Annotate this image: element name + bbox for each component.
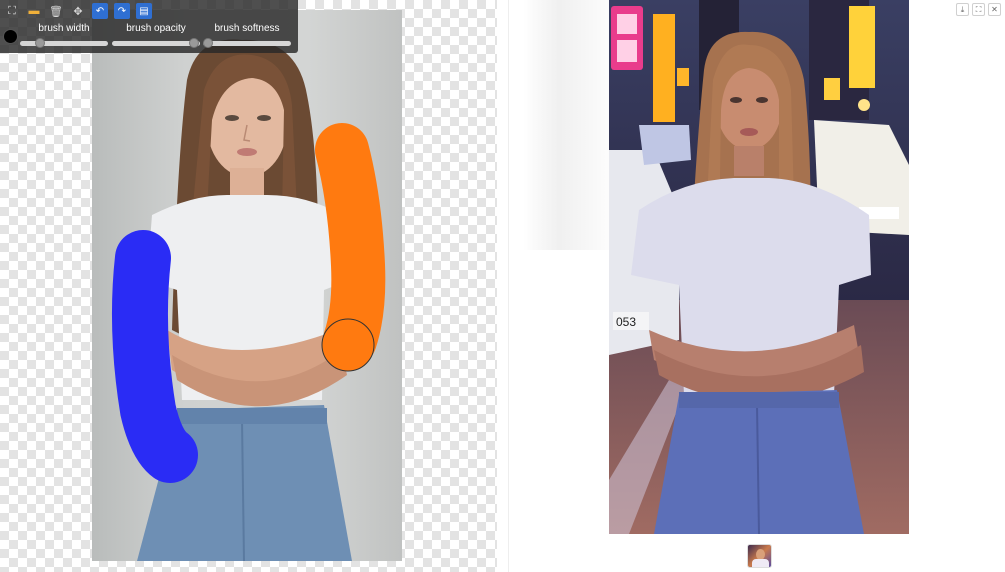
brush-width-track[interactable] bbox=[20, 38, 108, 48]
fullscreen-icon[interactable]: ⛶ bbox=[972, 3, 985, 16]
brush-toolbar: ⛶ ▬ 🗑 ✥ ↶ ↷ ▤ brush width brush opacity bbox=[0, 0, 298, 53]
result-preview-panel: 053 ⤓ ⛶ ✕ bbox=[508, 0, 1005, 572]
brush-opacity-track[interactable] bbox=[112, 38, 200, 48]
download-icon[interactable]: ⤓ bbox=[956, 3, 969, 16]
brush-softness-label: brush softness bbox=[214, 23, 280, 34]
editor-canvas-area[interactable]: ⛶ ▬ 🗑 ✥ ↶ ↷ ▤ brush width brush opacity bbox=[0, 0, 497, 572]
brush-width-slider: brush width bbox=[20, 23, 108, 48]
toolbar-icons: ⛶ ▬ 🗑 ✥ ↶ ↷ ▤ bbox=[4, 3, 152, 19]
faded-background-artifact bbox=[523, 0, 613, 250]
redo-icon[interactable]: ↷ bbox=[114, 3, 130, 19]
fit-to-screen-icon[interactable]: ⛶ bbox=[4, 3, 20, 19]
preview-corner-buttons: ⤓ ⛶ ✕ bbox=[956, 3, 1001, 16]
brush-opacity-slider: brush opacity bbox=[112, 23, 200, 48]
save-icon[interactable]: ▤ bbox=[136, 3, 152, 19]
brush-opacity-label: brush opacity bbox=[126, 23, 186, 34]
brush-width-thumb[interactable] bbox=[35, 38, 45, 48]
brush-color-picker[interactable] bbox=[3, 29, 18, 44]
result-thumbnail[interactable] bbox=[747, 544, 772, 568]
inpaint-app: ⛶ ▬ 🗑 ✥ ↶ ↷ ▤ brush width brush opacity bbox=[0, 0, 1005, 572]
brush-softness-slider: brush softness bbox=[203, 23, 291, 48]
undo-icon[interactable]: ↶ bbox=[92, 3, 108, 19]
trash-icon[interactable]: 🗑 bbox=[48, 3, 64, 19]
brush-width-label: brush width bbox=[38, 23, 90, 34]
result-image[interactable]: 053 bbox=[609, 0, 909, 534]
source-image bbox=[92, 10, 402, 561]
pan-move-icon[interactable]: ✥ bbox=[70, 3, 86, 19]
open-folder-icon[interactable]: ▬ bbox=[26, 3, 42, 19]
brush-opacity-thumb[interactable] bbox=[189, 38, 199, 48]
license-plate-text: 053 bbox=[616, 315, 636, 329]
thumbnail-body bbox=[752, 559, 769, 567]
brush-softness-track[interactable] bbox=[203, 38, 291, 48]
close-icon[interactable]: ✕ bbox=[988, 3, 1001, 16]
brush-softness-thumb[interactable] bbox=[203, 38, 213, 48]
